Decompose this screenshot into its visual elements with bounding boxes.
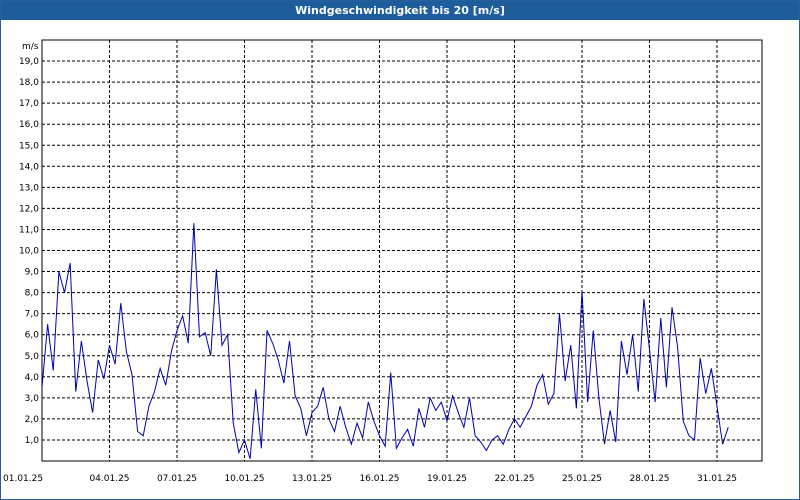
y-tick-label: 5,0 xyxy=(25,352,40,362)
y-tick-label: 19,0 xyxy=(19,57,39,67)
x-tick-label: 04.01.25 xyxy=(89,474,129,484)
y-axis-ticks: 1,0 2,0 3,0 4,0 5,0 6,0 7,0 8,0 9,0 10,0 11,0 12,0 1… xyxy=(19,57,39,446)
y-tick-label: 16,0 xyxy=(19,120,39,130)
y-tick-label: 2,0 xyxy=(25,415,40,425)
x-axis-ticks: 01.01.25 04.01.25 07.01.25 10.01.25 13.01.25… xyxy=(3,474,737,484)
y-tick-label: 7,0 xyxy=(25,310,40,320)
x-tick-label: 19.01.25 xyxy=(427,474,467,484)
y-tick-label: 14,0 xyxy=(19,162,39,172)
x-tick-label: 22.01.25 xyxy=(494,474,534,484)
x-tick-label: 10.01.25 xyxy=(224,474,264,484)
y-tick-label: 11,0 xyxy=(19,225,39,235)
y-tick-label: 3,0 xyxy=(25,394,40,404)
y-axis-unit-label: m/s xyxy=(22,42,39,52)
y-tick-label: 9,0 xyxy=(25,268,40,278)
y-tick-label: 1,0 xyxy=(25,436,40,446)
y-tick-label: 13,0 xyxy=(19,183,39,193)
x-tick-label: 13.01.25 xyxy=(292,474,332,484)
x-tick-label: 01.01.25 xyxy=(3,474,43,484)
y-tick-label: 18,0 xyxy=(19,78,39,88)
x-tick-label: 31.01.25 xyxy=(697,474,737,484)
y-tick-label: 4,0 xyxy=(25,373,40,383)
y-tick-label: 10,0 xyxy=(19,247,39,257)
x-tick-label: 07.01.25 xyxy=(157,474,197,484)
y-tick-label: 8,0 xyxy=(25,289,40,299)
y-tick-label: 12,0 xyxy=(19,204,39,214)
y-tick-label: 15,0 xyxy=(19,141,39,151)
y-tick-label: 6,0 xyxy=(25,331,40,341)
wind-speed-chart: 1,0 2,0 3,0 4,0 5,0 6,0 7,0 8,0 9,0 10,0 11,0 12,0 1… xyxy=(3,39,763,484)
window-title: Windgeschwindigkeit bis 20 [m/s] xyxy=(1,1,799,20)
grid-lines xyxy=(42,40,762,461)
x-tick-label: 16.01.25 xyxy=(359,474,399,484)
y-tick-label: 17,0 xyxy=(19,99,39,109)
x-tick-label: 28.01.25 xyxy=(629,474,669,484)
x-tick-label: 25.01.25 xyxy=(562,474,602,484)
